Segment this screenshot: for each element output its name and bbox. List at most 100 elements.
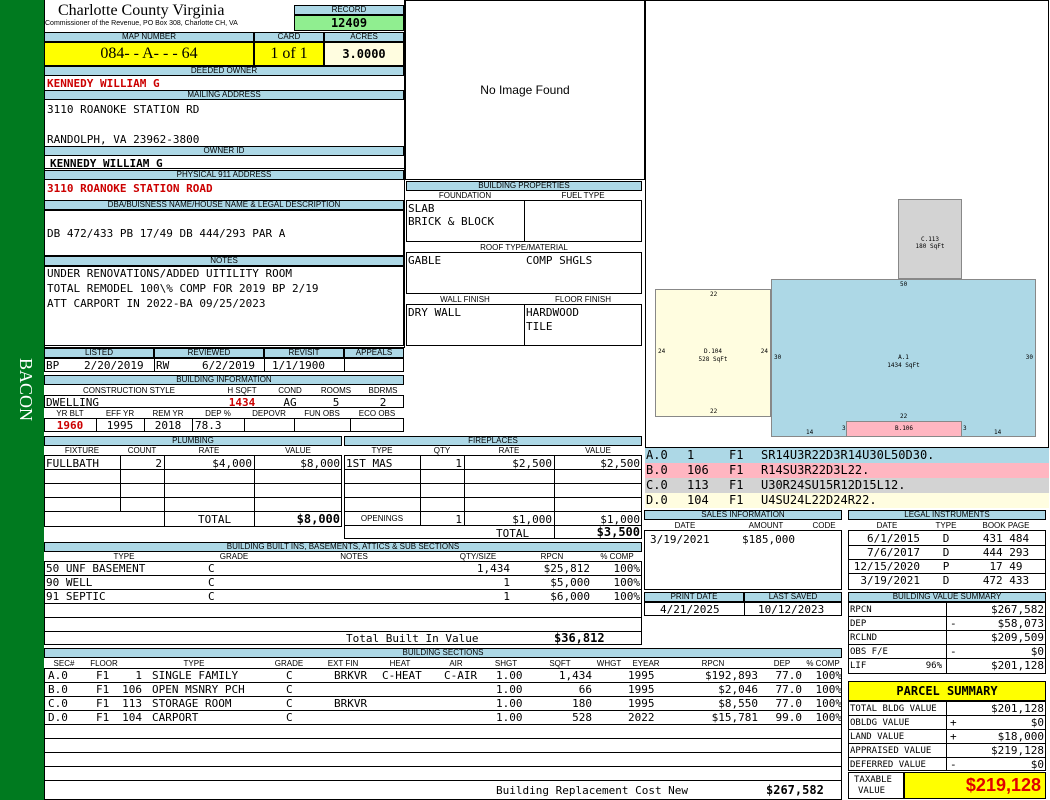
parcel-label: APPRAISED VALUE xyxy=(850,746,932,756)
sketch-a-bottom: 14 xyxy=(994,429,1002,436)
section-floor: F1 xyxy=(96,711,110,724)
h-bi-grade: GRADE xyxy=(219,552,249,561)
section-sqft: 528 xyxy=(572,711,592,724)
sketch-c-area: 180 SqFt xyxy=(915,243,945,250)
builtin-qty: 1 xyxy=(503,590,510,603)
h-shgt: SHGT xyxy=(494,659,518,668)
sections-total-label: Building Replacement Cost New xyxy=(496,784,689,797)
section-sec: A.0 xyxy=(48,669,68,682)
section-sec: B.0 xyxy=(48,683,68,696)
section-shgt: 1.00 xyxy=(496,697,523,710)
h-legal-book: BOOK PAGE xyxy=(982,521,1030,530)
builtin-rpcn: $25,812 xyxy=(543,562,590,575)
fireplace-rate: $2,500 xyxy=(512,457,552,470)
building-properties-label: BUILDING PROPERTIES xyxy=(406,181,642,191)
foundation-2: BRICK & BLOCK xyxy=(408,215,495,228)
legend-floor: F1 xyxy=(729,478,744,492)
legal-type: D xyxy=(942,546,950,559)
building-sqft: 1434 xyxy=(228,396,256,409)
h-fp-rate: RATE xyxy=(498,446,520,455)
sketch-a-top: 50 xyxy=(900,281,908,288)
section-grade: C xyxy=(286,683,293,696)
h-sale-amount: AMOUNT xyxy=(748,521,784,530)
h-rooms: ROOMS xyxy=(320,386,352,395)
sketch-d-bottom: 22 xyxy=(710,408,718,415)
sketch-a-bottom: 22 xyxy=(900,413,908,420)
sketch-dwelling: A.1 1434 SqFt 50 30 30 22 14 3 3 14 xyxy=(771,279,1036,437)
h-effyr: EFF YR xyxy=(105,409,135,418)
builtin-grade: C xyxy=(208,562,215,575)
builtin-type: 91 SEPTIC xyxy=(46,590,106,603)
section-eyear: 1995 xyxy=(628,697,655,710)
section-extfin: BRKVR xyxy=(334,669,368,682)
h-bi-rpcn: RPCN xyxy=(540,552,564,561)
legal-book: 444 293 xyxy=(982,546,1030,559)
floor-finish-1: HARDWOOD xyxy=(526,306,579,319)
reviewed-label: REVIEWED xyxy=(154,348,264,358)
builtin-comp: 100% xyxy=(613,576,641,589)
section-rpcn: $8,550 xyxy=(718,697,758,710)
rem-year: 2018 xyxy=(154,419,182,432)
listed-code: BP xyxy=(46,359,60,372)
parcel-label: OBLDG VALUE xyxy=(850,718,910,728)
listed-label: LISTED xyxy=(44,348,154,358)
h-air: AIR xyxy=(449,659,463,668)
section-eyear: 1995 xyxy=(628,683,655,696)
h-rpcn: RPCN xyxy=(701,659,725,668)
section-code: 1 xyxy=(135,669,142,682)
builtin-qty: 1 xyxy=(503,576,510,589)
legal-type: D xyxy=(942,574,950,587)
fireplaces-total: $3,500 xyxy=(596,525,640,539)
reviewed-date: 6/2/2019 xyxy=(202,359,255,372)
print-date: 4/21/2025 xyxy=(660,603,720,616)
appeals-label: APPEALS xyxy=(344,348,404,358)
legal-date: 12/15/2020 xyxy=(853,560,920,573)
plumbing-total-label: TOTAL xyxy=(198,513,232,526)
legend-num: 1 xyxy=(687,448,695,462)
revisit-label: REVISIT xyxy=(264,348,344,358)
sketch-d-top: 22 xyxy=(710,291,718,298)
fireplaces-total-label: TOTAL xyxy=(496,527,530,540)
h-rate: RATE xyxy=(198,446,220,455)
section-shgt: 1.00 xyxy=(496,683,523,696)
sales-label: SALES INFORMATION xyxy=(644,510,842,520)
sale-date: 3/19/2021 xyxy=(650,533,710,546)
h-dep-col: DEP xyxy=(773,659,791,668)
parcel-label: LAND VALUE xyxy=(850,732,905,742)
h-sale-date: DATE xyxy=(674,521,696,530)
h-value: VALUE xyxy=(285,446,311,455)
h-extfin: EXT FIN xyxy=(327,659,359,668)
summary-value: $209,509 xyxy=(991,631,1044,644)
construction-style: DWELLING xyxy=(46,396,99,409)
section-floor: F1 xyxy=(96,697,110,710)
sketch-a-name: A.1 xyxy=(898,354,909,361)
parcel-value: $201,128 xyxy=(991,702,1044,715)
h-bi-qty: QTY/SIZE xyxy=(459,552,497,561)
h-bi-type: TYPE xyxy=(113,552,135,561)
section-heat: C-HEAT xyxy=(382,669,422,682)
legend-desc: U30R24SU15R12D15L12. xyxy=(761,478,906,492)
section-sqft: 66 xyxy=(578,683,592,696)
h-depovr: DEPOVR xyxy=(252,409,286,418)
builtin-comp: 100% xyxy=(613,590,641,603)
legend-code: C.0 xyxy=(646,478,668,492)
legal-book: 472 433 xyxy=(982,574,1030,587)
legend-floor: F1 xyxy=(729,463,744,477)
builtin-rpcn: $6,000 xyxy=(550,590,590,603)
section-type: OPEN MSNRY PCH xyxy=(152,683,245,696)
parcel-value: $0 xyxy=(1030,758,1044,771)
section-rpcn: $192,893 xyxy=(705,669,758,682)
builtin-grade: C xyxy=(208,576,215,589)
last-saved-label: LAST SAVED xyxy=(744,592,842,602)
plumbing-label: PLUMBING xyxy=(44,436,342,446)
legend-row: D.0 104 F1 U4SU24L22D24R22. xyxy=(645,493,1049,508)
summary-value: $201,128 xyxy=(991,659,1044,672)
sketch-c-name: C.113 xyxy=(920,236,940,243)
no-image-text: No Image Found xyxy=(480,83,570,97)
parcel-label: DEFERRED VALUE xyxy=(850,760,926,770)
section-shgt: 1.00 xyxy=(496,711,523,724)
h-type: TYPE xyxy=(183,659,205,668)
legend-num: 106 xyxy=(687,463,709,477)
fireplace-qty: 1 xyxy=(455,457,462,470)
building-rooms: 5 xyxy=(332,396,340,409)
